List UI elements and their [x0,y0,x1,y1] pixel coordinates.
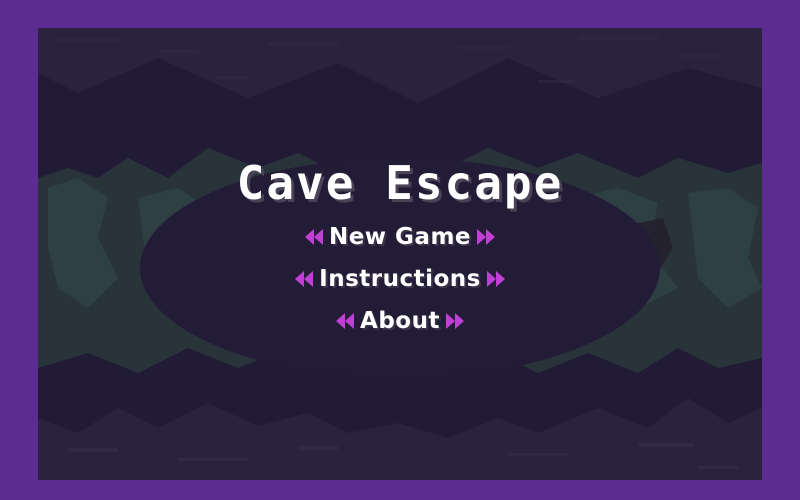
menu-label-about: About [360,308,440,334]
menu-item-new-game[interactable]: New Game [303,216,497,258]
double-chevron-left-icon [334,310,356,332]
double-chevron-left-icon [303,226,325,248]
menu-item-instructions[interactable]: Instructions [293,258,507,300]
game-frame: Cave Escape New Game Instructions About [0,0,800,500]
menu-label-new-game: New Game [328,224,472,250]
game-viewport: Cave Escape New Game Instructions About [38,28,762,480]
double-chevron-right-icon [485,268,507,290]
double-chevron-left-icon [293,268,315,290]
double-chevron-right-icon [475,226,497,248]
double-chevron-right-icon [444,310,466,332]
game-title: Cave Escape [236,156,564,210]
menu-item-about[interactable]: About [334,300,466,342]
main-menu: New Game Instructions About [38,216,762,342]
menu-label-instructions: Instructions [319,266,481,292]
